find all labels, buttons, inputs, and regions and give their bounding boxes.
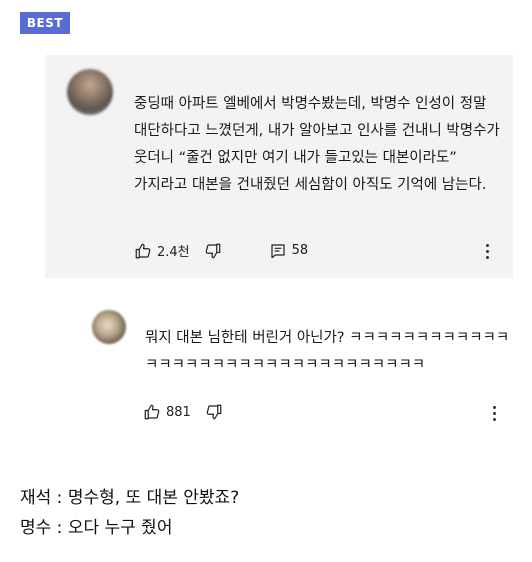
reply-text: 뭐지 대본 님한테 버린거 아닌가? ㅋㅋㅋㅋㅋㅋㅋㅋㅋㅋㅋㅋㅋㅋㅋㅋㅋㅋㅋㅋㅋ…	[145, 330, 510, 373]
thumbs-up-icon[interactable]	[143, 403, 161, 421]
main-comment: 중딩때 아파트 엘베에서 박명수봤는데, 박명수 인성이 정말 대단하다고 느꼈…	[45, 55, 513, 278]
dialogue-line: 명수 : 오다 누구 줬어	[20, 518, 173, 538]
comment-text: 중딩때 아파트 엘베에서 박명수봤는데, 박명수 인성이 정말 대단하다고 느꼈…	[134, 96, 500, 193]
avatar[interactable]	[67, 69, 113, 115]
thumbs-up-icon[interactable]	[134, 242, 152, 260]
thumbs-down-icon[interactable]	[204, 242, 222, 260]
reply-like-count: 881	[166, 404, 191, 420]
dialogue-line: 재석 : 명수형, 또 대본 안봤죠?	[20, 488, 240, 508]
comment-icon[interactable]	[270, 243, 286, 259]
page: BEST 중딩때 아파트 엘베에서 박명수봤는데, 박명수 인성이 정말 대단하…	[0, 0, 532, 562]
reply-actions: 881	[143, 403, 223, 421]
dialogue-caption: 재석 : 명수형, 또 대본 안봤죠? 명수 : 오다 누구 줬어	[20, 483, 239, 543]
reply-count: 58	[291, 243, 309, 258]
best-badge: BEST	[20, 12, 70, 34]
more-vertical-icon[interactable]	[486, 244, 490, 262]
like-count: 2.4천	[157, 245, 190, 260]
thumbs-down-icon[interactable]	[205, 403, 223, 421]
reply-avatar[interactable]	[92, 310, 126, 344]
comment-actions: 2.4천 58	[134, 241, 308, 260]
more-vertical-icon[interactable]	[493, 406, 497, 424]
